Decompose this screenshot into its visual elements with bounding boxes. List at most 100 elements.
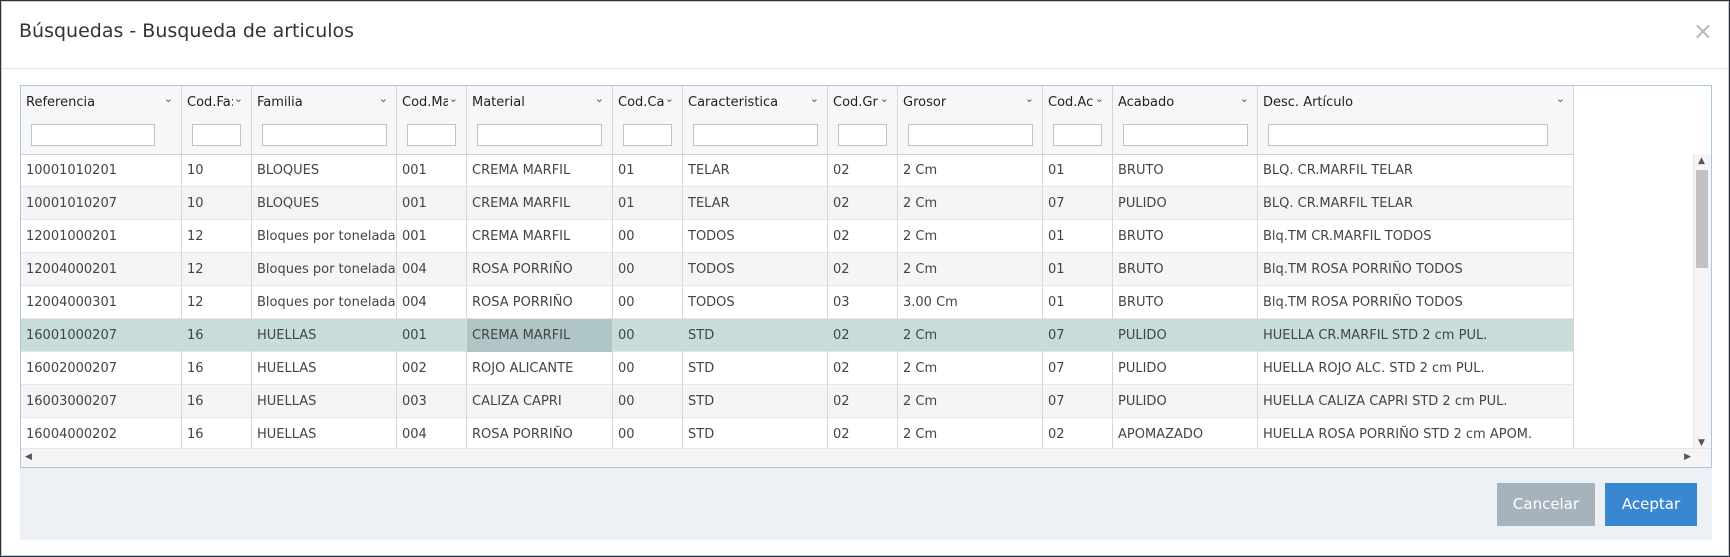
col-cod-material-cell[interactable]: 004 (397, 253, 467, 286)
col-familia-cell[interactable]: HUELLAS (252, 352, 397, 385)
col-referencia-header[interactable]: Referencia ⌄ (21, 86, 182, 154)
col-desc-articulo-cell[interactable]: BLQ. CR.MARFIL TELAR (1258, 187, 1574, 220)
col-familia-cell[interactable]: Bloques por tonelada (252, 253, 397, 286)
col-grosor-header[interactable]: Grosor ⌄ (898, 86, 1043, 154)
col-cod-grosor-cell[interactable]: 02 (828, 154, 898, 187)
col-cod-caracteristica-cell[interactable]: 00 (613, 253, 683, 286)
col-acabado-cell[interactable]: BRUTO (1113, 286, 1258, 319)
col-desc-articulo-header[interactable]: Desc. Artículo ⌄ (1258, 86, 1574, 154)
horizontal-scrollbar[interactable]: ◀ ▶ (21, 448, 1711, 467)
table-row[interactable]: 16004000202 16 HUELLAS 004 ROSA PORRIÑO 00 STD… (21, 418, 1574, 450)
close-icon[interactable]: × (1693, 19, 1713, 43)
table-row[interactable]: 10001010207 10 BLOQUES 001 CREMA MARFIL 01 TEL… (21, 187, 1574, 220)
table-row[interactable]: 10001010201 10 BLOQUES 001 CREMA MARFIL 01 TEL… (21, 154, 1574, 187)
col-cod-acabado-header[interactable]: Cod.Ac: ⌄ (1043, 86, 1113, 154)
chevron-down-icon[interactable]: ⌄ (1095, 92, 1104, 105)
col-cod-material-cell[interactable]: 003 (397, 385, 467, 418)
chevron-down-icon[interactable]: ⌄ (595, 92, 604, 105)
col-cod-familia-cell[interactable]: 12 (182, 253, 252, 286)
col-cod-familia-cell[interactable]: 10 (182, 154, 252, 187)
chevron-down-icon[interactable]: ⌄ (665, 92, 674, 105)
col-material-cell[interactable]: ROSA PORRIÑO (467, 286, 613, 319)
col-desc-articulo-cell[interactable]: Blq.TM CR.MARFIL TODOS (1258, 220, 1574, 253)
col-referencia-cell[interactable]: 12004000201 (21, 253, 182, 286)
col-familia-filter-input[interactable] (262, 124, 387, 146)
scroll-left-icon[interactable]: ◀ (25, 452, 32, 462)
col-material-header[interactable]: Material ⌄ (467, 86, 613, 154)
col-desc-articulo-cell[interactable]: HUELLA ROSA PORRIÑO STD 2 cm APOM. (1258, 418, 1574, 450)
col-acabado-header[interactable]: Acabado ⌄ (1113, 86, 1258, 154)
col-material-cell[interactable]: CALIZA CAPRI (467, 385, 613, 418)
col-desc-articulo-cell[interactable]: Blq.TM ROSA PORRIÑO TODOS (1258, 253, 1574, 286)
col-cod-acabado-cell[interactable]: 07 (1043, 319, 1113, 352)
col-cod-material-cell[interactable]: 004 (397, 286, 467, 319)
col-familia-cell[interactable]: HUELLAS (252, 418, 397, 450)
col-familia-cell[interactable]: Bloques por tonelada (252, 220, 397, 253)
col-cod-acabado-cell[interactable]: 01 (1043, 253, 1113, 286)
col-cod-grosor-cell[interactable]: 03 (828, 286, 898, 319)
col-acabado-filter-input[interactable] (1123, 124, 1248, 146)
col-cod-caracteristica-cell[interactable]: 00 (613, 385, 683, 418)
col-material-cell[interactable]: CREMA MARFIL (467, 220, 613, 253)
col-acabado-cell[interactable]: BRUTO (1113, 154, 1258, 187)
col-familia-cell[interactable]: HUELLAS (252, 385, 397, 418)
col-desc-articulo-cell[interactable]: Blq.TM ROSA PORRIÑO TODOS (1258, 286, 1574, 319)
scroll-up-icon[interactable]: ▲ (1698, 156, 1705, 166)
col-cod-familia-cell[interactable]: 16 (182, 352, 252, 385)
col-cod-grosor-cell[interactable]: 02 (828, 385, 898, 418)
col-grosor-cell[interactable]: 3.00 Cm (898, 286, 1043, 319)
col-cod-acabado-cell[interactable]: 02 (1043, 418, 1113, 450)
col-caracteristica-cell[interactable]: TODOS (683, 220, 828, 253)
chevron-down-icon[interactable]: ⌄ (449, 92, 458, 105)
col-referencia-cell[interactable]: 16002000207 (21, 352, 182, 385)
scroll-right-icon[interactable]: ▶ (1684, 452, 1691, 462)
col-grosor-cell[interactable]: 2 Cm (898, 253, 1043, 286)
col-cod-caracteristica-cell[interactable]: 00 (613, 418, 683, 450)
chevron-down-icon[interactable]: ⌄ (164, 92, 173, 105)
chevron-down-icon[interactable]: ⌄ (1240, 92, 1249, 105)
col-cod-familia-cell[interactable]: 12 (182, 220, 252, 253)
col-cod-familia-cell[interactable]: 10 (182, 187, 252, 220)
scroll-down-icon[interactable]: ▼ (1698, 438, 1705, 448)
col-cod-acabado-cell[interactable]: 01 (1043, 220, 1113, 253)
col-acabado-cell[interactable]: PULIDO (1113, 385, 1258, 418)
col-grosor-filter-input[interactable] (908, 124, 1033, 146)
col-referencia-cell[interactable]: 16003000207 (21, 385, 182, 418)
col-acabado-cell[interactable]: BRUTO (1113, 220, 1258, 253)
col-cod-material-filter-input[interactable] (407, 124, 456, 146)
col-material-cell[interactable]: ROSA PORRIÑO (467, 418, 613, 450)
col-cod-grosor-cell[interactable]: 02 (828, 319, 898, 352)
chevron-down-icon[interactable]: ⌄ (1025, 92, 1034, 105)
col-familia-cell[interactable]: HUELLAS (252, 319, 397, 352)
col-acabado-cell[interactable]: PULIDO (1113, 319, 1258, 352)
col-grosor-cell[interactable]: 2 Cm (898, 220, 1043, 253)
col-material-cell[interactable]: CREMA MARFIL (467, 187, 613, 220)
col-cod-familia-cell[interactable]: 16 (182, 385, 252, 418)
col-caracteristica-cell[interactable]: STD (683, 352, 828, 385)
col-material-filter-input[interactable] (477, 124, 602, 146)
col-caracteristica-cell[interactable]: TELAR (683, 187, 828, 220)
col-cod-caracteristica-cell[interactable]: 00 (613, 220, 683, 253)
col-grosor-cell[interactable]: 2 Cm (898, 187, 1043, 220)
col-desc-articulo-filter-input[interactable] (1268, 124, 1548, 146)
col-cod-acabado-cell[interactable]: 07 (1043, 187, 1113, 220)
col-referencia-cell[interactable]: 10001010207 (21, 187, 182, 220)
cancel-button[interactable]: Cancelar (1497, 483, 1595, 526)
col-cod-grosor-cell[interactable]: 02 (828, 187, 898, 220)
col-cod-material-cell[interactable]: 001 (397, 319, 467, 352)
table-row[interactable]: 16003000207 16 HUELLAS 003 CALIZA CAPRI 00 STD… (21, 385, 1574, 418)
col-caracteristica-cell[interactable]: TELAR (683, 154, 828, 187)
col-cod-grosor-filter-input[interactable] (838, 124, 887, 146)
col-desc-articulo-cell[interactable]: HUELLA CALIZA CAPRI STD 2 cm PUL. (1258, 385, 1574, 418)
col-cod-acabado-cell[interactable]: 07 (1043, 352, 1113, 385)
col-cod-material-cell[interactable]: 001 (397, 154, 467, 187)
col-cod-caracteristica-cell[interactable]: 00 (613, 352, 683, 385)
col-cod-familia-cell[interactable]: 12 (182, 286, 252, 319)
col-caracteristica-cell[interactable]: STD (683, 418, 828, 450)
table-row[interactable]: 12001000201 12 Bloques por tonelada 001 CREM… (21, 220, 1574, 253)
col-grosor-cell[interactable]: 2 Cm (898, 385, 1043, 418)
col-grosor-cell[interactable]: 2 Cm (898, 154, 1043, 187)
col-caracteristica-header[interactable]: Caracteristica ⌄ (683, 86, 828, 154)
col-material-cell[interactable]: ROSA PORRIÑO (467, 253, 613, 286)
col-familia-cell[interactable]: BLOQUES (252, 187, 397, 220)
